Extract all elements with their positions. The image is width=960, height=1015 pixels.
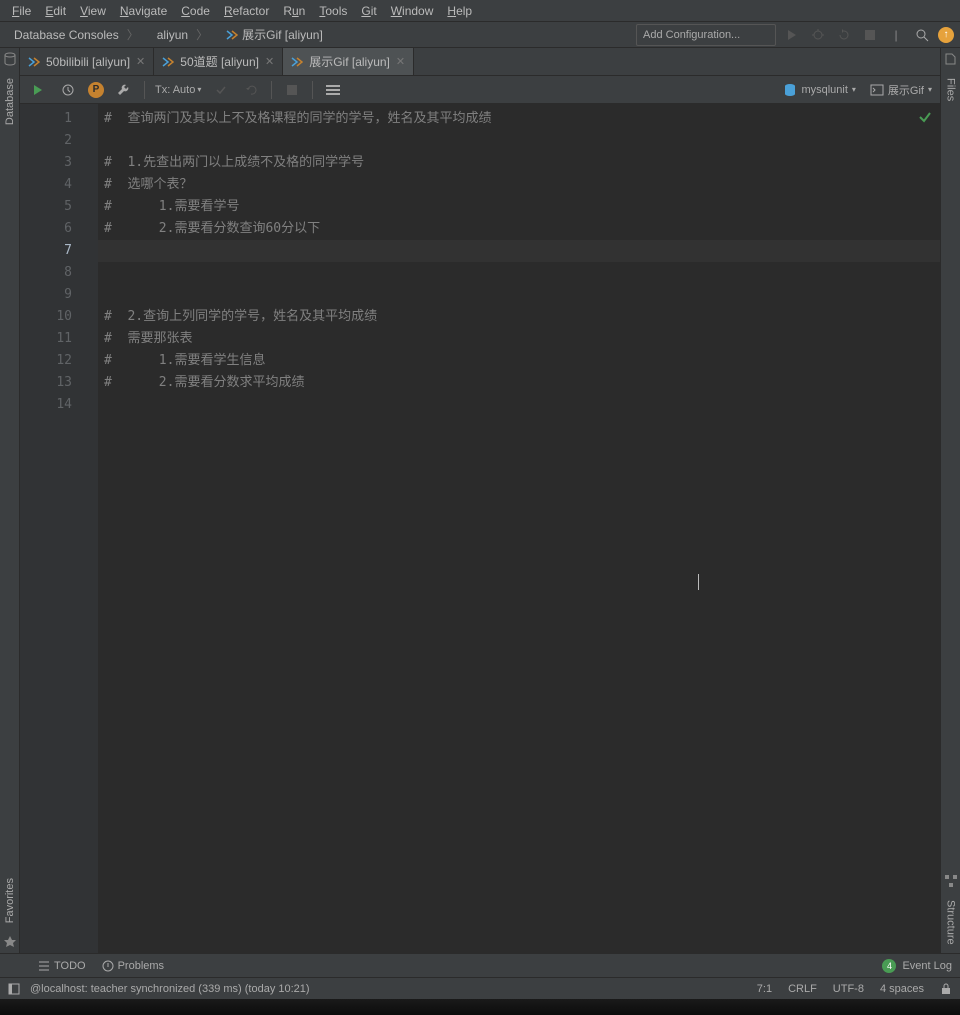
- tab-label: 展示Gif [aliyun]: [309, 53, 390, 70]
- run-configuration-selector[interactable]: Add Configuration...: [636, 24, 776, 46]
- code-line: # 2.需要看分数求平均成绩: [98, 372, 940, 394]
- code-line: [98, 262, 940, 284]
- menu-run[interactable]: Run: [277, 2, 311, 20]
- database-icon: [3, 52, 17, 66]
- inspection-ok-icon[interactable]: [918, 110, 932, 124]
- code-line: # 1.先查出两门以上成绩不及格的同学学号: [98, 152, 940, 174]
- tool-windows-icon[interactable]: [8, 983, 20, 995]
- cancel-query-icon[interactable]: [282, 80, 302, 100]
- breadcrumb-item[interactable]: aliyun〉: [149, 24, 216, 45]
- code-line: # 需要那张表: [98, 328, 940, 350]
- editor-tab[interactable]: 展示Gif [aliyun] ✕: [283, 48, 414, 75]
- commit-icon[interactable]: [211, 80, 231, 100]
- tab-label: 50道题 [aliyun]: [180, 53, 259, 70]
- files-icon: [944, 52, 958, 66]
- text-cursor: [698, 574, 699, 590]
- sql-file-icon: [28, 56, 40, 68]
- breadcrumb: Database Consoles〉 aliyun〉 展示Gif [aliyun…: [6, 24, 636, 45]
- breadcrumb-item[interactable]: Database Consoles〉: [6, 24, 147, 45]
- structure-tool-window-button[interactable]: Structure: [943, 892, 959, 953]
- editor-tab[interactable]: 50道题 [aliyun] ✕: [154, 48, 283, 75]
- code-line: # 选哪个表？: [98, 174, 940, 196]
- navigation-bar: Database Consoles〉 aliyun〉 展示Gif [aliyun…: [0, 22, 960, 48]
- rollback-icon[interactable]: [241, 80, 261, 100]
- bottom-tool-bar: TODO Problems 4 Event Log: [0, 953, 960, 977]
- sql-file-icon: [162, 56, 174, 68]
- files-tool-window-button[interactable]: Files: [943, 70, 959, 109]
- line-separator[interactable]: CRLF: [788, 983, 817, 995]
- vcs-sep-icon: |: [886, 25, 906, 45]
- tx-mode-selector[interactable]: Tx: Auto ▾: [155, 84, 201, 96]
- menu-help[interactable]: Help: [441, 2, 478, 20]
- console-toolbar: P Tx: Auto ▾ mysqlunit ▾ 展示Gif ▾: [20, 76, 940, 104]
- menu-bar: File Edit View Navigate Code Refactor Ru…: [0, 0, 960, 22]
- breadcrumb-item[interactable]: 展示Gif [aliyun]: [218, 24, 331, 45]
- indent-info[interactable]: 4 spaces: [880, 983, 924, 995]
- event-count-badge: 4: [882, 959, 896, 973]
- explain-plan-icon[interactable]: [323, 80, 343, 100]
- list-icon: [38, 960, 50, 972]
- lock-icon[interactable]: [940, 983, 952, 995]
- code-editor[interactable]: 1234567891011121314 # 查询两门及其以上不及格课程的同学的学…: [20, 104, 940, 953]
- caret-position[interactable]: 7:1: [757, 983, 772, 995]
- problems-tool-window-button[interactable]: Problems: [102, 960, 164, 972]
- menu-code[interactable]: Code: [175, 2, 216, 20]
- code-area[interactable]: # 查询两门及其以上不及格课程的同学的学号，姓名及其平均成绩 # 1.先查出两门…: [98, 104, 940, 953]
- file-encoding[interactable]: UTF-8: [833, 983, 864, 995]
- todo-tool-window-button[interactable]: TODO: [38, 960, 86, 972]
- code-line: # 2.查询上列同学的学号，姓名及其平均成绩: [98, 306, 940, 328]
- menu-edit[interactable]: Edit: [39, 2, 72, 20]
- status-message: @localhost: teacher synchronized (339 ms…: [30, 983, 310, 995]
- history-icon[interactable]: [58, 80, 78, 100]
- sql-file-icon: [291, 56, 303, 68]
- star-icon: [3, 935, 17, 949]
- code-line: [98, 240, 940, 262]
- search-everywhere-icon[interactable]: [912, 25, 932, 45]
- status-bar: @localhost: teacher synchronized (339 ms…: [0, 977, 960, 999]
- menu-window[interactable]: Window: [385, 2, 440, 20]
- run-button[interactable]: [782, 25, 802, 45]
- gutter: 1234567891011121314: [20, 104, 98, 953]
- event-log-button[interactable]: Event Log: [902, 960, 952, 972]
- editor-tab[interactable]: 50bilibili [aliyun] ✕: [20, 48, 154, 75]
- p-badge-icon[interactable]: P: [88, 82, 104, 98]
- wrench-icon[interactable]: [114, 80, 134, 100]
- menu-view[interactable]: View: [74, 2, 112, 20]
- code-line: # 查询两门及其以上不及格课程的同学的学号，姓名及其平均成绩: [98, 108, 940, 130]
- menu-file[interactable]: File: [6, 2, 37, 20]
- structure-icon: [944, 874, 958, 888]
- database-tool-window-button[interactable]: Database: [2, 70, 18, 133]
- debug-button[interactable]: [808, 25, 828, 45]
- warning-icon: [102, 960, 114, 972]
- menu-refactor[interactable]: Refactor: [218, 2, 275, 20]
- datasource-icon: [783, 83, 797, 97]
- favorites-tool-window-button[interactable]: Favorites: [2, 870, 18, 931]
- close-icon[interactable]: ✕: [396, 55, 405, 68]
- code-line: # 1.需要看学生信息: [98, 350, 940, 372]
- code-line: # 1.需要看学号: [98, 196, 940, 218]
- menu-git[interactable]: Git: [355, 2, 382, 20]
- datasource-selector[interactable]: mysqlunit ▾: [783, 83, 855, 97]
- sql-file-icon: [226, 29, 238, 41]
- right-tool-rail: Files Structure: [940, 48, 960, 953]
- execute-button[interactable]: [28, 80, 48, 100]
- menu-navigate[interactable]: Navigate: [114, 2, 173, 20]
- code-line: [98, 284, 940, 306]
- ide-update-icon[interactable]: ↑: [938, 27, 954, 43]
- close-icon[interactable]: ✕: [136, 55, 145, 68]
- console-selector[interactable]: 展示Gif ▾: [870, 82, 932, 98]
- tab-label: 50bilibili [aliyun]: [46, 55, 130, 69]
- rerun-icon[interactable]: [834, 25, 854, 45]
- editor-tabs: 50bilibili [aliyun] ✕ 50道题 [aliyun] ✕ 展示…: [20, 48, 940, 76]
- code-line: [98, 394, 940, 416]
- code-line: # 2.需要看分数查询60分以下: [98, 218, 940, 240]
- console-icon: [870, 83, 884, 97]
- close-icon[interactable]: ✕: [265, 55, 274, 68]
- code-line: [98, 130, 940, 152]
- left-tool-rail: Database Favorites: [0, 48, 20, 953]
- os-taskbar: [0, 999, 960, 1015]
- menu-tools[interactable]: Tools: [313, 2, 353, 20]
- stop-button[interactable]: [860, 25, 880, 45]
